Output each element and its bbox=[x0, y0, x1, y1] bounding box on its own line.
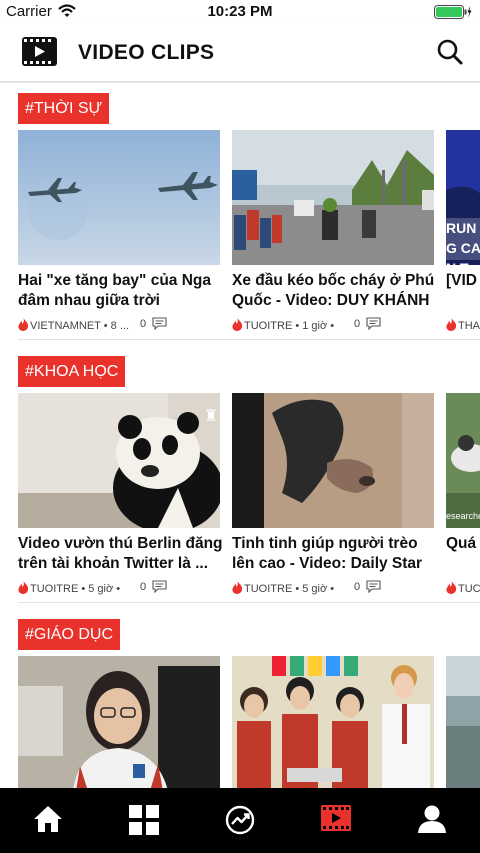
section-tag[interactable]: #KHOA HỌC bbox=[18, 356, 126, 387]
svg-text:♜: ♜ bbox=[204, 406, 218, 425]
status-bar: Carrier 10:23 PM bbox=[0, 0, 480, 24]
video-thumbnail[interactable] bbox=[18, 656, 220, 788]
tab-home[interactable] bbox=[0, 788, 96, 853]
section-divider bbox=[18, 339, 480, 340]
tab-video-clips[interactable] bbox=[288, 788, 384, 853]
battery-icon bbox=[434, 5, 472, 19]
tab-profile[interactable] bbox=[384, 788, 480, 853]
video-title[interactable]: Tinh tinh giúp người trèo lên cao - Vide… bbox=[232, 534, 438, 573]
video-thumbnail[interactable]: ♜ bbox=[18, 393, 220, 528]
video-title[interactable]: Video vườn thú Berlin đăng trên tài khoả… bbox=[18, 534, 224, 573]
section-khoa-hoc: #KHOA HỌC ♜ Video vườn thú Berlin đăng t… bbox=[0, 346, 480, 608]
fire-icon bbox=[232, 318, 243, 331]
fire-icon bbox=[446, 318, 457, 331]
comment-icon[interactable] bbox=[152, 317, 167, 330]
section-tag[interactable]: #THỜI SỰ bbox=[18, 93, 110, 124]
video-feed[interactable]: #THỜI SỰ Hai "xe tăng bay" của Nga đâm n… bbox=[0, 83, 480, 788]
bottom-tab-bar bbox=[0, 788, 480, 853]
section-divider bbox=[18, 602, 480, 603]
search-icon[interactable] bbox=[436, 38, 464, 66]
video-meta: VIETNAMNET • 8 ... 0 bbox=[18, 317, 218, 332]
video-thumbnail[interactable] bbox=[232, 393, 434, 528]
app-header: VIDEO CLIPS bbox=[0, 24, 480, 82]
video-source: VIETNAMNET • 8 ... bbox=[30, 320, 129, 332]
section-giao-duc: #GIÁO DỤC bbox=[0, 609, 480, 788]
video-meta: TUOITRE • 5 giờ • 0 bbox=[18, 580, 218, 595]
comment-count: 0 bbox=[354, 581, 361, 593]
video-thumbnail[interactable]: esearcher bbox=[446, 393, 480, 528]
video-meta: TUOITRE • 1 giờ • 0 bbox=[232, 317, 432, 332]
thumbnail-caption: esearcher bbox=[446, 511, 480, 521]
page-title: VIDEO CLIPS bbox=[78, 41, 215, 64]
trending-icon bbox=[225, 805, 255, 835]
comment-icon[interactable] bbox=[366, 317, 381, 330]
video-icon bbox=[321, 805, 351, 831]
comment-count: 0 bbox=[140, 318, 147, 330]
video-title[interactable]: Xe đầu kéo bốc cháy ở Phú Quốc - Video: … bbox=[232, 271, 438, 310]
video-source: TUOITRE • 5 giờ • bbox=[30, 583, 121, 595]
comment-icon[interactable] bbox=[152, 580, 167, 593]
section-tag[interactable]: #GIÁO DỤC bbox=[18, 619, 121, 650]
fire-icon bbox=[232, 581, 243, 594]
profile-icon bbox=[418, 805, 446, 833]
comment-count: 0 bbox=[354, 318, 361, 330]
video-source: THA bbox=[458, 320, 480, 332]
video-thumbnail[interactable]: RUNG CAN T bbox=[446, 130, 480, 265]
video-source: TUC bbox=[458, 583, 480, 595]
video-source: TUOITRE • 1 giờ • bbox=[244, 320, 335, 332]
status-time: 10:23 PM bbox=[207, 3, 273, 20]
fire-icon bbox=[18, 581, 29, 594]
section-thoi-su: #THỜI SỰ Hai "xe tăng bay" của Nga đâm n… bbox=[0, 83, 480, 345]
video-meta: THA bbox=[446, 318, 480, 332]
video-title[interactable]: Quá nghi bbox=[446, 534, 480, 573]
fire-icon bbox=[446, 581, 457, 594]
video-source: TUOITRE • 5 giờ • bbox=[244, 583, 335, 595]
video-thumbnail[interactable] bbox=[232, 656, 434, 788]
video-meta: TUC bbox=[446, 581, 480, 595]
tab-categories[interactable] bbox=[96, 788, 192, 853]
comment-count: 0 bbox=[140, 581, 147, 593]
video-meta: TUOITRE • 5 giờ • 0 bbox=[232, 580, 432, 595]
comment-icon[interactable] bbox=[366, 580, 381, 593]
video-thumbnail[interactable] bbox=[18, 130, 220, 265]
video-thumbnail[interactable] bbox=[232, 130, 434, 265]
video-title[interactable]: [VID leo th bbox=[446, 271, 480, 310]
fire-icon bbox=[18, 318, 29, 331]
video-thumbnail[interactable] bbox=[446, 656, 480, 788]
home-icon bbox=[34, 806, 62, 832]
tab-trending[interactable] bbox=[192, 788, 288, 853]
grid-icon bbox=[129, 805, 159, 835]
film-icon bbox=[22, 37, 57, 66]
video-title[interactable]: Hai "xe tăng bay" của Nga đâm nhau giữa … bbox=[18, 271, 224, 310]
thumbnail-caption: RUNG CAN T bbox=[446, 220, 480, 265]
